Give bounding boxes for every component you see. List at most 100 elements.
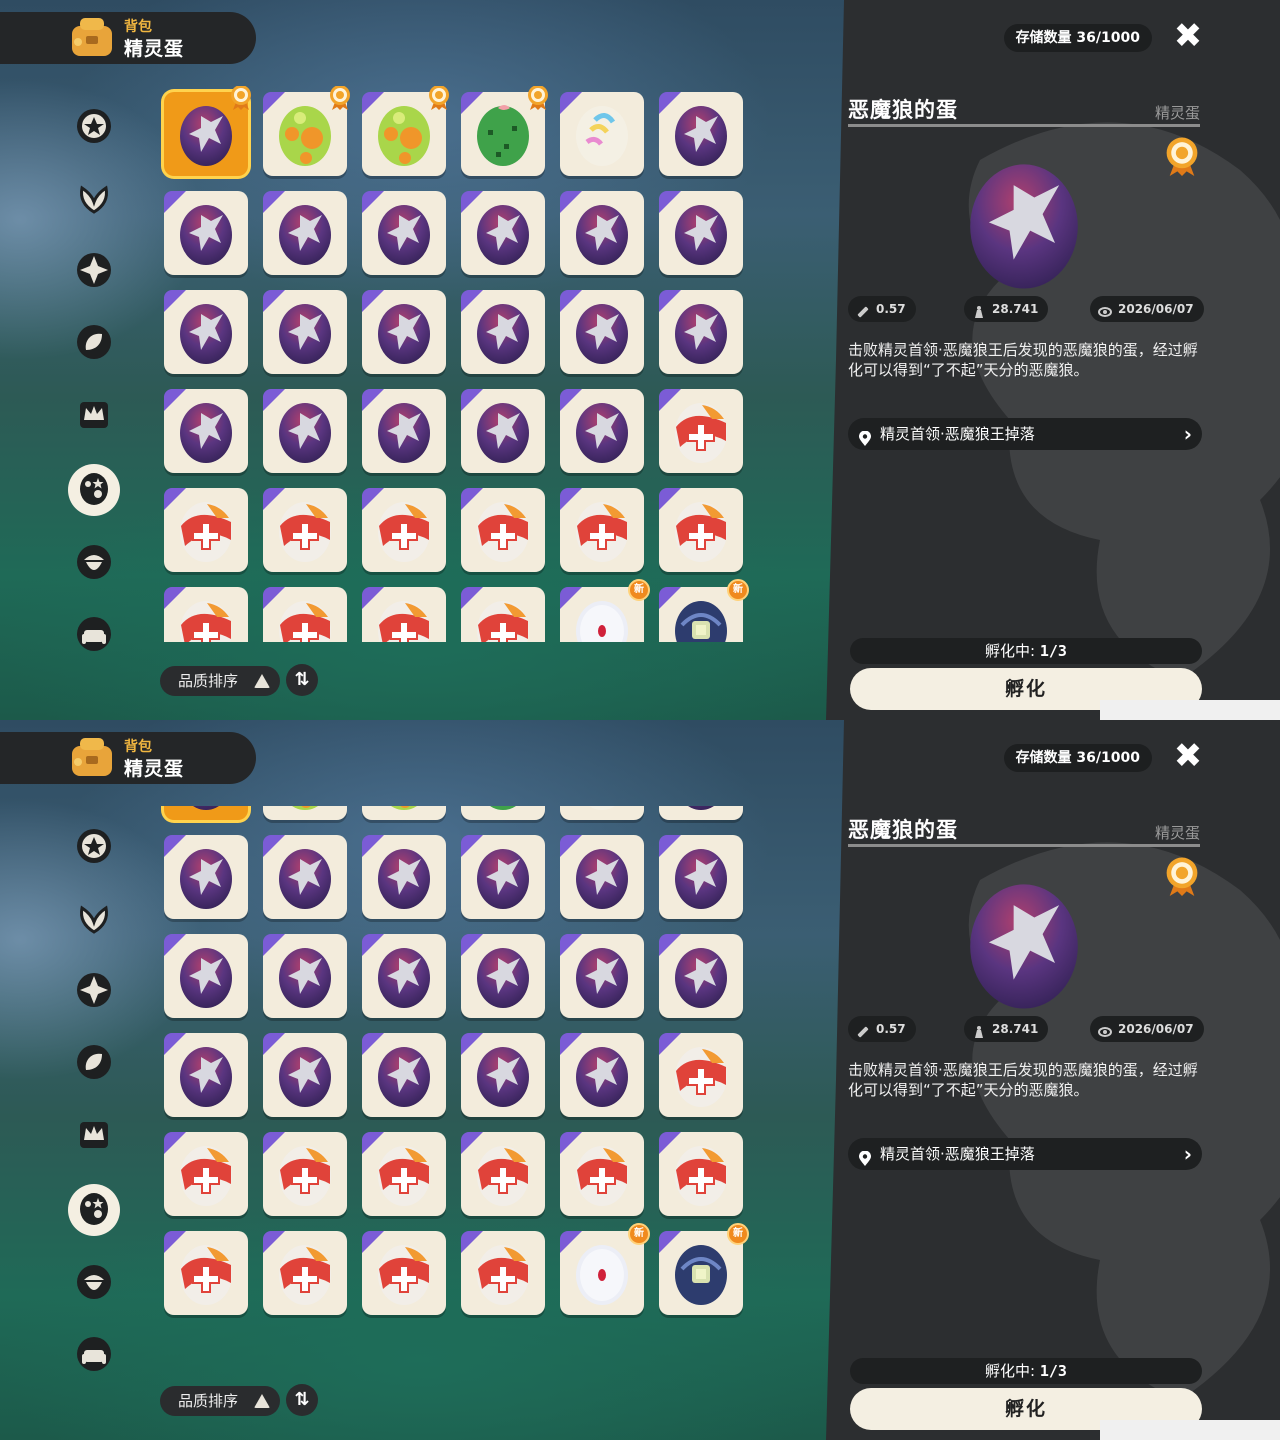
- egg-slot[interactable]: [263, 86, 350, 176]
- egg-slot[interactable]: 新: [560, 1223, 650, 1315]
- egg-slot[interactable]: [263, 1132, 347, 1216]
- white-red-egg-icon: [573, 595, 631, 642]
- egg-slot[interactable]: [164, 1231, 248, 1315]
- egg-slot[interactable]: [461, 488, 545, 572]
- egg-slot[interactable]: [560, 934, 644, 1018]
- egg-slot[interactable]: [164, 389, 248, 473]
- egg-slot[interactable]: [362, 934, 446, 1018]
- egg-slot[interactable]: [560, 806, 644, 820]
- sidebar-item-crown-scroll[interactable]: [70, 392, 118, 440]
- source-link[interactable]: 精灵首领·恶魔狼王掉落 ›: [848, 418, 1202, 450]
- sidebar-item-crown-scroll[interactable]: [70, 1112, 118, 1160]
- egg-slot[interactable]: [164, 86, 251, 176]
- egg-slot[interactable]: [263, 835, 347, 919]
- sidebar-item-egg[interactable]: [68, 464, 120, 516]
- egg-slot[interactable]: [263, 389, 347, 473]
- egg-slot[interactable]: [164, 806, 248, 820]
- close-button[interactable]: ✖: [1172, 19, 1204, 53]
- egg-slot[interactable]: [461, 389, 545, 473]
- egg-slot[interactable]: [263, 1231, 347, 1315]
- egg-slot[interactable]: [560, 1033, 644, 1117]
- egg-slot[interactable]: [560, 835, 644, 919]
- egg-slot[interactable]: [560, 191, 644, 275]
- egg-slot[interactable]: [560, 290, 644, 374]
- egg-slot[interactable]: [362, 488, 446, 572]
- egg-slot[interactable]: [362, 1231, 446, 1315]
- sidebar-item-sparkle-star[interactable]: [70, 248, 118, 296]
- egg-slot[interactable]: [659, 1033, 743, 1117]
- sidebar-item-egg[interactable]: [68, 1184, 120, 1236]
- egg-slot[interactable]: [659, 191, 743, 275]
- sidebar-item-leaves[interactable]: [70, 320, 118, 368]
- egg-slot[interactable]: [461, 1231, 545, 1315]
- egg-slot[interactable]: [362, 835, 446, 919]
- egg-slot[interactable]: [362, 1033, 446, 1117]
- egg-slot[interactable]: [659, 1132, 743, 1216]
- sort-order-button[interactable]: ⇅: [286, 1384, 318, 1416]
- egg-slot[interactable]: [659, 389, 743, 473]
- egg-slot[interactable]: [362, 290, 446, 374]
- egg-slot[interactable]: [659, 488, 743, 572]
- egg-slot[interactable]: [164, 587, 248, 642]
- egg-slot[interactable]: [362, 86, 449, 176]
- egg-slot[interactable]: [263, 191, 347, 275]
- egg-slot[interactable]: [461, 1132, 545, 1216]
- sidebar-item-sofa[interactable]: [70, 612, 118, 660]
- egg-slot[interactable]: [164, 835, 248, 919]
- sidebar-item-leaf[interactable]: [70, 176, 118, 224]
- egg-slot[interactable]: [362, 1132, 446, 1216]
- sidebar-item-leaf[interactable]: [70, 896, 118, 944]
- sort-order-button[interactable]: ⇅: [286, 664, 318, 696]
- egg-slot[interactable]: [263, 934, 347, 1018]
- egg-slot[interactable]: [362, 191, 446, 275]
- egg-slot[interactable]: [461, 934, 545, 1018]
- inventory-frame-bottom: 背包 精灵蛋 新新品质排序 ⇅ 存储数量 36/1000 ✖ 恶魔狼的蛋 精灵蛋 …: [0, 720, 1280, 1440]
- egg-slot[interactable]: [164, 1033, 248, 1117]
- sidebar-item-sofa[interactable]: [70, 1332, 118, 1380]
- egg-slot[interactable]: [659, 290, 743, 374]
- egg-slot[interactable]: [461, 1033, 545, 1117]
- egg-slot[interactable]: [461, 86, 548, 176]
- egg-slot[interactable]: [164, 1132, 248, 1216]
- egg-slot[interactable]: [164, 290, 248, 374]
- egg-slot[interactable]: [659, 934, 743, 1018]
- sort-dropdown[interactable]: 品质排序: [160, 666, 280, 696]
- egg-slot[interactable]: [263, 290, 347, 374]
- egg-slot[interactable]: [560, 389, 644, 473]
- egg-slot[interactable]: [362, 587, 446, 642]
- sidebar-item-leaves[interactable]: [70, 1040, 118, 1088]
- egg-slot[interactable]: [560, 92, 644, 176]
- egg-slot[interactable]: 新: [659, 579, 749, 642]
- egg-slot[interactable]: [461, 587, 545, 642]
- egg-slot[interactable]: [659, 92, 743, 176]
- egg-slot[interactable]: [659, 806, 743, 820]
- egg-slot[interactable]: [164, 191, 248, 275]
- egg-slot[interactable]: 新: [560, 579, 650, 642]
- sort-dropdown[interactable]: 品质排序: [160, 1386, 280, 1416]
- egg-slot[interactable]: [263, 1033, 347, 1117]
- sidebar-item-acorn[interactable]: [70, 1260, 118, 1308]
- egg-slot[interactable]: [164, 488, 248, 572]
- egg-slot[interactable]: [263, 806, 347, 820]
- egg-slot[interactable]: [461, 191, 545, 275]
- egg-slot[interactable]: [362, 806, 446, 820]
- close-button[interactable]: ✖: [1172, 739, 1204, 773]
- egg-slot[interactable]: [461, 290, 545, 374]
- egg-slot[interactable]: [461, 806, 545, 820]
- egg-slot[interactable]: [164, 934, 248, 1018]
- egg-slot[interactable]: 新: [659, 1223, 749, 1315]
- egg-slot[interactable]: [461, 835, 545, 919]
- egg-grid-viewport[interactable]: 新新: [160, 806, 756, 1362]
- sidebar-item-sparkle-star[interactable]: [70, 968, 118, 1016]
- egg-slot[interactable]: [560, 1132, 644, 1216]
- egg-slot[interactable]: [362, 389, 446, 473]
- sidebar-item-star-badge[interactable]: [70, 104, 118, 152]
- egg-slot[interactable]: [659, 835, 743, 919]
- sidebar-item-star-badge[interactable]: [70, 824, 118, 872]
- egg-slot[interactable]: [263, 488, 347, 572]
- egg-grid-viewport[interactable]: 新新: [160, 86, 756, 642]
- egg-slot[interactable]: [560, 488, 644, 572]
- egg-slot[interactable]: [263, 587, 347, 642]
- sidebar-item-acorn[interactable]: [70, 540, 118, 588]
- source-link[interactable]: 精灵首领·恶魔狼王掉落 ›: [848, 1138, 1202, 1170]
